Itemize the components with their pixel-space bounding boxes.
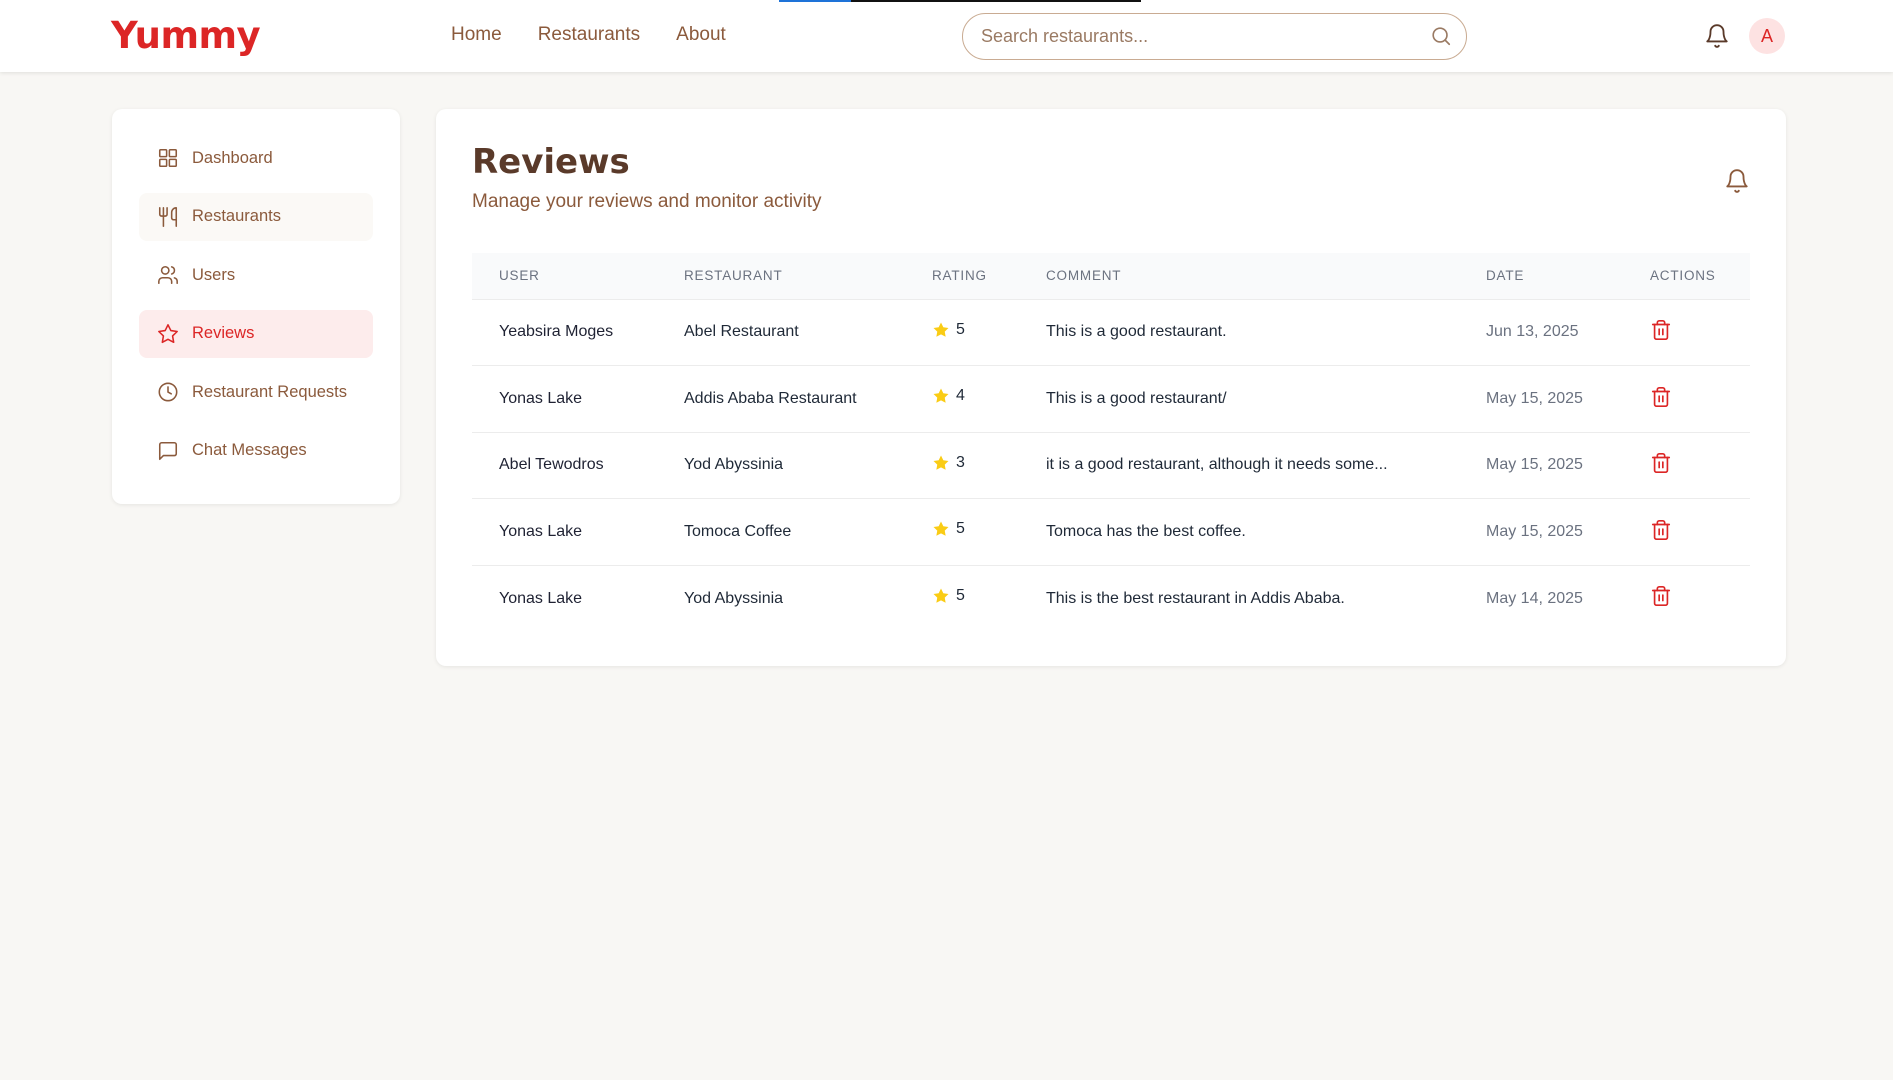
star-filled-icon	[933, 388, 949, 404]
review-actions	[1623, 432, 1750, 499]
review-rating: 5	[905, 299, 1019, 366]
review-user: Yonas Lake	[499, 522, 583, 540]
rating-group: 5	[932, 321, 965, 339]
trash-icon[interactable]	[1650, 452, 1672, 474]
search-icon[interactable]	[1430, 25, 1452, 47]
rating-group: 5	[932, 520, 965, 538]
progress-fill	[779, 0, 852, 2]
sidebar-item-label: Restaurant Requests	[192, 382, 348, 401]
review-user: Abel Tewodros	[499, 456, 604, 474]
review-date: Jun 13, 2025	[1486, 323, 1579, 341]
review-date: May 15, 2025	[1486, 456, 1583, 474]
star-filled-icon	[933, 588, 949, 603]
review-user: Yeabsira Moges	[499, 323, 614, 341]
review-comment: This is a good restaurant.	[1046, 323, 1227, 341]
bell-icon[interactable]	[1724, 167, 1750, 195]
trash-icon[interactable]	[1650, 319, 1672, 341]
review-comment: This is the best restaurant in Addis Aba…	[1046, 589, 1345, 607]
rating-value: 4	[956, 387, 965, 405]
table-row: Abel Tewodros Yod Abyssinia 3 it is a go…	[472, 432, 1750, 499]
rating-value: 5	[956, 320, 965, 338]
column-header-rating: RATING	[932, 268, 987, 284]
review-actions	[1623, 299, 1750, 366]
table-header: USER RESTAURANT RATING COMMENT DATE ACTI…	[472, 253, 1750, 299]
sidebar-item-dashboard[interactable]: Dashboard	[139, 134, 373, 182]
review-rating: 5	[905, 499, 1019, 566]
rating-group: 3	[932, 454, 965, 472]
column-header-date: DATE	[1486, 268, 1525, 284]
page-load-progress-bar	[779, 0, 1141, 2]
page-title: Reviews	[472, 142, 630, 182]
rating-group: 5	[932, 587, 965, 605]
nav-link-restaurants[interactable]: Restaurants	[538, 24, 640, 46]
main-nav: Home Restaurants About	[451, 24, 726, 46]
trash-icon[interactable]	[1650, 386, 1672, 408]
review-restaurant: Yod Abyssinia	[684, 589, 784, 607]
table-row: Yeabsira Moges Abel Restaurant 5 This is…	[472, 299, 1750, 366]
clock-icon	[158, 382, 178, 402]
column-header-actions: ACTIONS	[1650, 268, 1716, 284]
sidebar-item-chat-messages[interactable]: Chat Messages	[139, 427, 373, 475]
review-user: Yonas Lake	[499, 589, 583, 607]
star-filled-icon	[933, 455, 949, 470]
sidebar-item-reviews[interactable]: Reviews	[139, 309, 373, 358]
table-row: Yonas Lake Tomoca Coffee 5 Tomoca has th…	[472, 498, 1750, 566]
review-user: Yonas Lake	[499, 389, 583, 407]
star-filled-icon	[933, 322, 949, 337]
review-comment: This is a good restaurant/	[1046, 389, 1227, 407]
notification-bell-icon[interactable]	[1704, 22, 1730, 50]
review-rating: 5	[905, 565, 1019, 632]
sidebar-item-restaurants[interactable]: Restaurants	[139, 192, 373, 241]
column-header-user: USER	[499, 268, 540, 284]
sidebar-item-label: Dashboard	[192, 148, 273, 167]
column-header-restaurant: RESTAURANT	[684, 268, 783, 284]
review-actions	[1623, 565, 1750, 632]
sidebar-item-label: Restaurants	[192, 207, 281, 226]
rating-group: 4	[932, 387, 965, 405]
search-input[interactable]	[981, 14, 1421, 58]
user-avatar[interactable]: A	[1749, 18, 1785, 54]
nav-link-about[interactable]: About	[676, 24, 726, 46]
admin-sidebar: Dashboard Restaurants Users Reviews Rest…	[112, 109, 400, 504]
message-icon	[158, 441, 178, 460]
top-navbar: Yummy Home Restaurants About A	[0, 0, 1893, 72]
table-row: Yonas Lake Addis Ababa Restaurant 4 This…	[472, 365, 1750, 433]
trash-icon[interactable]	[1650, 519, 1672, 541]
review-date: May 15, 2025	[1486, 522, 1583, 540]
review-rating: 3	[905, 432, 1019, 499]
trash-icon[interactable]	[1650, 585, 1672, 607]
users-icon	[158, 266, 178, 285]
utensils-icon	[158, 206, 178, 227]
star-icon	[158, 323, 178, 343]
sidebar-item-users[interactable]: Users	[139, 251, 373, 299]
sidebar-item-label: Users	[192, 265, 236, 284]
review-comment: Tomoca has the best coffee.	[1046, 522, 1246, 540]
review-date: May 14, 2025	[1486, 589, 1583, 607]
star-filled-icon	[933, 521, 949, 537]
rating-value: 5	[956, 520, 965, 538]
review-date: May 15, 2025	[1486, 389, 1583, 407]
review-restaurant: Abel Restaurant	[684, 323, 799, 341]
sidebar-item-label: Reviews	[192, 324, 255, 343]
search-box	[962, 13, 1467, 60]
review-restaurant: Tomoca Coffee	[684, 522, 792, 540]
review-actions	[1623, 366, 1750, 433]
grid-icon	[158, 148, 178, 168]
brand-logo[interactable]: Yummy	[111, 14, 261, 57]
reviews-table: USER RESTAURANT RATING COMMENT DATE ACTI…	[472, 253, 1750, 632]
sidebar-item-label: Chat Messages	[192, 441, 307, 460]
reviews-card: Reviews Manage your reviews and monitor …	[436, 109, 1786, 666]
review-restaurant: Addis Ababa Restaurant	[684, 389, 857, 407]
sidebar-item-restaurant-requests[interactable]: Restaurant Requests	[139, 368, 373, 416]
page-subtitle: Manage your reviews and monitor activity	[472, 191, 822, 212]
nav-link-home[interactable]: Home	[451, 24, 502, 46]
review-actions	[1623, 499, 1750, 566]
review-restaurant: Yod Abyssinia	[684, 456, 784, 474]
column-header-comment: COMMENT	[1046, 268, 1122, 284]
rating-value: 5	[956, 587, 965, 604]
review-rating: 4	[905, 366, 1019, 433]
table-row: Yonas Lake Yod Abyssinia 5 This is the b…	[472, 565, 1750, 632]
rating-value: 3	[956, 453, 965, 471]
review-comment: it is a good restaurant, although it nee…	[1046, 456, 1388, 474]
